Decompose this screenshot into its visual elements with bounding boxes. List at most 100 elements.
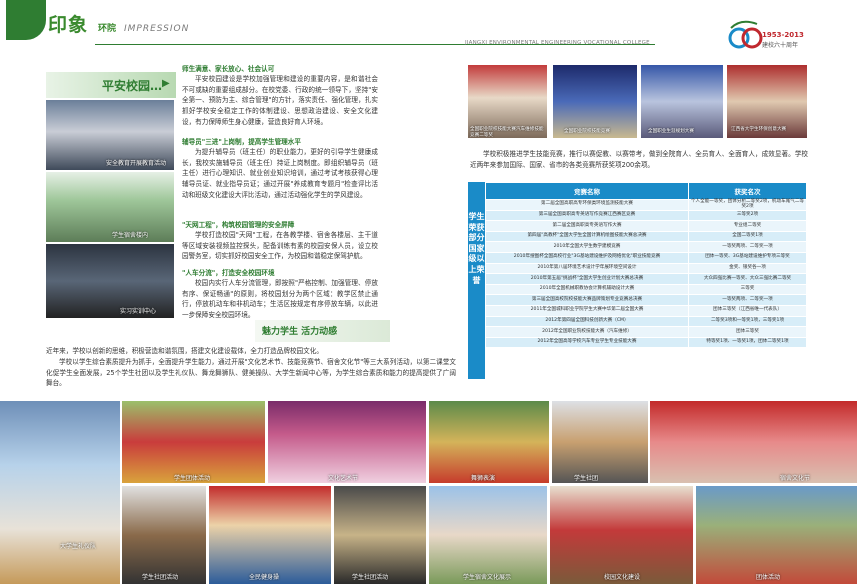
anniversary-text: 建校六十周年 <box>762 42 799 49</box>
photo-group-event: 团体活动 <box>696 486 857 584</box>
photo-art-festival: 文化艺术节 <box>268 401 426 483</box>
table-row: 第三届全国高职高专英语写作竞赛江西赛区竞赛 三等奖2项 <box>485 209 807 222</box>
award-rank-cell: 团体三等奖（江西省唯一代表队） <box>688 304 807 317</box>
competition-intro: 学校积极推进学生技能竞赛，推行以赛促教、以赛带考，做到全院育人、全员育人、全面育… <box>470 150 808 169</box>
college-english-name: JIANGXI ENVIRONMENTAL ENGINEERING VOCATI… <box>465 40 650 46</box>
table-header: 竞赛名称 <box>485 182 689 200</box>
award-rank-cell: 金奖、银奖各一项 <box>688 262 807 275</box>
table-header: 获奖名次 <box>688 182 807 200</box>
table-row: 2010年搜图杯全国高校行业"3G基站建设维护及网络优化"职业技能竞赛 团体一等奖… <box>485 251 807 264</box>
table-row: 2012年全国高等学校汽车专业学生专业技能大赛 特等奖1项、一等奖1项，团体二等奖… <box>485 336 807 349</box>
photo-dormitory: 学生宿舍楼内 <box>46 172 174 242</box>
award-rank-cell: 三等奖2项 <box>688 209 807 222</box>
slogan-heading: 魅力学生 活力动感 <box>262 327 338 337</box>
photo-club-activity: 学生社团活动 <box>122 486 206 584</box>
competition-name-cell: 第二届全国高职高专英语写作大赛 <box>485 220 689 232</box>
table-row: 2012年全国职业院校技能大赛（汽车维修） 团体三等奖 <box>485 326 807 338</box>
table-row: 第二届全国高职高专英语写作大赛 专业组二等奖 <box>485 220 807 232</box>
competition-name-cell: 第三届全国高职高专英语写作竞赛江西赛区竞赛 <box>485 209 689 222</box>
award-rank-cell: 一等奖两项、二等奖一项 <box>688 294 807 306</box>
block-text: 平安校园建设是学校加强管理和建设的重要内容，是和谐社会不可或缺的重要组成部分。在… <box>182 75 378 126</box>
table-row: 2010年全国大学生数学建模竞赛 一等奖两项、二等奖一项 <box>485 241 807 253</box>
competition-name-cell: 2012年全国职业院校技能大赛（汽车维修） <box>485 326 689 338</box>
bottom-paragraph: 近年来，学校以创新的思维，积极营造和谐氛围，搭建文化建设载体，全力打造品牌校园文… <box>46 347 323 355</box>
photo-student-club: 学生社团 <box>552 401 648 483</box>
photo-caption: 舞狮表演 <box>471 475 496 482</box>
award-rank-cell: 团体三等奖 <box>688 326 807 338</box>
photo-caption: 文化艺术节 <box>328 475 359 482</box>
table-row: 2010年第八届环境艺术设计学年展环境空间设计 金奖、银奖各一项 <box>485 262 807 275</box>
competition-side-label: 学生荣获部分国家级以上荣誉 <box>468 182 485 379</box>
photo-etiquette-team: 大学生礼仪队 <box>0 401 120 584</box>
table-row: 2012年第四届全国科技创新大赛（CM） 二等奖3项和一等奖1项，三等奖1项 <box>485 315 807 328</box>
photo-training-center: 实习实训中心 <box>46 244 174 318</box>
photo-group-activity: 学生团体活动 <box>122 401 265 483</box>
photo-caption: 学生社团活动 <box>142 574 179 581</box>
table-row: 第四届"高教杯"全国大学生全国计算机绘图技能大赛总决赛 全国二等奖1项 <box>485 230 807 243</box>
block-subtitle: "天网工程"，构筑校园管理的安全屏障 <box>182 221 295 229</box>
award-rank-cell: 团体一等奖、3G基站建设维护专项三等奖 <box>688 251 807 264</box>
photo-fitness-exercise: 全民健身操 <box>209 486 331 584</box>
competition-name-cell: 2012年第四届全国科技创新大赛（CM） <box>485 315 689 328</box>
award-rank-cell: 全国二等奖1项 <box>688 230 807 243</box>
photo-caption: 全国职业院校技能大赛汽车维修技能竞赛二等奖 <box>470 127 544 138</box>
photo-caption: 学生宿舍文化展示 <box>463 574 512 581</box>
competition-name-cell: 第四届"高教杯"全国大学生全国计算机绘图技能大赛总决赛 <box>485 230 689 243</box>
brand-subtitle: 环院 <box>98 24 117 34</box>
award-rank-cell: 特等奖1项、一等奖1项，团体二等奖1项 <box>688 336 807 349</box>
photo-caption: 全国职业院校技能竞赛 <box>564 129 610 134</box>
competition-name-cell: 第二届全国高职高专环保类环境监测技能大赛 <box>485 199 689 211</box>
photo-caption: 全国职业生涯规划大赛 <box>648 129 694 134</box>
brand-logo-mark <box>6 0 46 40</box>
photo-caption: 江西省大学生环保创意大赛 <box>731 127 787 132</box>
brand-title: 印象 <box>48 14 89 36</box>
table-body: 第二届全国高职高专环保类环境监测技能大赛 个人全能一等奖，团体分析二等奖2项，机动… <box>485 199 807 349</box>
photo-lion-dance: 舞狮表演 <box>429 401 549 483</box>
table-row: 2011年全国城科职业学院学生大赛中华第二届全国大赛 团体三等奖（江西省唯一代表队… <box>485 304 807 317</box>
photo-caption: 实习实训中心 <box>120 308 157 315</box>
arrow-icon: ▶ <box>162 78 170 89</box>
photo-caption: 校园文化建设 <box>604 574 641 581</box>
block-subtitle: "人车分流"，打造安全校园环境 <box>182 269 275 277</box>
competition-name-cell: 2011年全国城科职业学院学生大赛中华第二届全国大赛 <box>485 304 689 317</box>
photo-safety-education: 安全教育开展教育活动 <box>46 100 174 170</box>
anniversary-years: 1953-2013 <box>762 31 804 39</box>
competition-name-cell: 2010年第五届"挑战杯"全国大学生创业计划大赛总决赛 <box>485 273 689 285</box>
competition-name-cell: 2010年第八届环境艺术设计学年展环境空间设计 <box>485 262 689 275</box>
section-heading: 平安校园… <box>102 79 163 93</box>
competition-name-cell: 第三届全国高校院校技能大赛品牌策划专业竞赛总决赛 <box>485 294 689 306</box>
brand-impression-label: IMPRESSION <box>124 24 190 34</box>
photo-dorm-display: 学生宿舍文化展示 <box>429 486 547 584</box>
award-rank-cell: 三等奖 <box>688 283 807 296</box>
photo-caption: 宿舍文化节 <box>780 475 811 482</box>
photo-club-activity: 学生社团活动 <box>334 486 426 584</box>
bottom-paragraph: 学校以学生综合素质提升为抓手，全面提升学生能力，通过开展"文化艺术节、技能竞赛节… <box>46 358 456 388</box>
competition-name-cell: 2012年全国高等学校汽车专业学生专业技能大赛 <box>485 336 689 349</box>
anniversary-logo-icon <box>728 20 763 49</box>
competition-name-cell: 2010年全国机械职教协会计算机辅助设计大赛 <box>485 283 689 296</box>
table-row: 第二届全国高职高专环保类环境监测技能大赛 个人全能一等奖，团体分析二等奖2项，机动… <box>485 199 807 211</box>
block-text: 校园内实行人车分流管理，即按照"严格控制、加强管理、停放有序、保证畅通"的原则，… <box>182 279 378 320</box>
block-subtitle: 师生满意、家长放心、社会认可 <box>182 65 275 73</box>
block-subtitle: 辅导员"三进"上岗制，提高学生管理水平 <box>182 138 301 146</box>
photo-caption: 学生宿舍楼内 <box>112 232 149 239</box>
competition-name-cell: 2010年全国大学生数学建模竞赛 <box>485 241 689 253</box>
table-row: 第三届全国高校院校技能大赛品牌策划专业竞赛总决赛 一等奖两项、二等奖一项 <box>485 294 807 306</box>
competition-table: 竞赛名称 获奖名次 第二届全国高职高专环保类环境监测技能大赛 个人全能一等奖，团体… <box>485 182 807 349</box>
photo-caption: 全民健身操 <box>249 574 280 581</box>
award-rank-cell: 专业组二等奖 <box>688 220 807 232</box>
award-rank-cell: 个人全能一等奖，团体分析二等奖2项，机动车尾气二等奖2项 <box>688 199 807 211</box>
photo-caption: 学生社团 <box>574 475 599 482</box>
award-rank-cell: 二等奖3项和一等奖1项，三等奖1项 <box>688 315 807 328</box>
block-text: 为提升辅导员（班主任）的职业能力，更好的引导学生健康成长，我校实施辅导员（班主任… <box>182 148 378 199</box>
photo-caption: 大学生礼仪队 <box>60 543 97 550</box>
award-rank-cell: 大众四强比赛一等奖、大众三强比赛二等奖 <box>688 273 807 285</box>
photo-caption: 学生团体活动 <box>174 475 211 482</box>
photo-dorm-culture: 宿舍文化节 <box>650 401 857 483</box>
block-text: 学校打造校园"天网"工程，在各教学楼、宿舍各楼层、主干道等区域安装视频监控探头，… <box>182 231 378 261</box>
table-row: 2010年第五届"挑战杯"全国大学生创业计划大赛总决赛 大众四强比赛一等奖、大众三… <box>485 273 807 285</box>
photo-campus-culture: 校园文化建设 <box>550 486 693 584</box>
photo-caption: 安全教育开展教育活动 <box>106 160 167 167</box>
table-row: 2010年全国机械职教协会计算机辅助设计大赛 三等奖 <box>485 283 807 296</box>
photo-caption: 学生社团活动 <box>352 574 389 581</box>
